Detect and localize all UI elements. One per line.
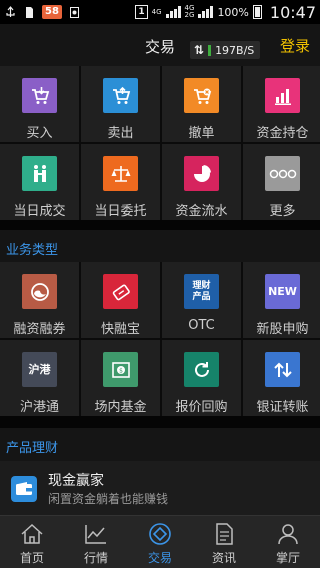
grid-item-bank-transfer[interactable]: 银证转账: [243, 340, 320, 416]
notification-badge: 58: [42, 5, 62, 19]
speed-meter-bar: [208, 44, 212, 56]
business-grid: 融资融券 快融宝 理财 产品 OTC NEW 新股申购 沪港 沪港通 $ 场内基…: [0, 262, 320, 416]
grid-item-label: 银证转账: [256, 400, 309, 415]
grid-item-today-deals[interactable]: 当日成交: [0, 144, 79, 220]
cart-down-icon: [22, 78, 57, 113]
grid-item-label: 卖出: [107, 126, 134, 141]
grid-item-sell[interactable]: 卖出: [81, 66, 160, 142]
grid-item-more[interactable]: 更多: [243, 144, 320, 220]
nav-label: 资讯: [211, 551, 236, 565]
signal-bars-2-icon: [198, 6, 214, 18]
nav-label: 首页: [19, 551, 44, 565]
line-chart-icon: [85, 525, 106, 544]
signal-bars-icon: [165, 6, 181, 18]
grid-item-label: 更多: [269, 204, 296, 219]
product-item-cash-winner[interactable]: 现金赢家 闲置资金躺着也能赚钱: [0, 461, 320, 515]
news-icon: [216, 523, 233, 545]
grid-item-label: 融资融券: [13, 322, 66, 337]
trade-icon: [149, 523, 171, 545]
tab-hall[interactable]: 掌厅: [256, 516, 320, 568]
fund-icon: $: [103, 352, 138, 387]
grid-item-shanghai-hk-connect[interactable]: 沪港 沪港通: [0, 340, 79, 416]
grid-item-ipo-subscription[interactable]: NEW 新股申购: [243, 262, 320, 338]
grid-item-label: 买入: [26, 126, 53, 141]
ticket-icon: [103, 274, 138, 309]
product-subtitle: 闲置资金躺着也能赚钱: [48, 492, 169, 506]
grid-item-label: 资金持仓: [256, 126, 309, 141]
more-dots-icon: [265, 156, 300, 191]
transfer-arrows-icon: ⇅: [194, 43, 205, 57]
nav-label: 掌厅: [275, 551, 300, 565]
grid-item-label: 当日委托: [94, 204, 147, 219]
cart-up-icon: [103, 78, 138, 113]
trade-grid: 买入 卖出 撤单 资金持仓 当日成交 当日委托 资金流水 更多: [0, 66, 320, 220]
status-bar: 58 1 4G 4G 2G 100% 10:47: [0, 0, 320, 24]
app-header: 交易 ⇅ 197B/S 登录: [0, 24, 320, 66]
usb-icon: [6, 5, 15, 17]
grid-item-funds-positions[interactable]: 资金持仓: [243, 66, 320, 142]
grid-item-label: 资金流水: [175, 204, 228, 219]
grid-item-label: 快融宝: [100, 322, 140, 337]
section-divider: [0, 416, 320, 428]
nav-label: 行情: [83, 551, 108, 565]
grid-item-label: 新股申购: [256, 322, 309, 337]
section-title-products: 产品理财: [0, 428, 320, 461]
cart-cancel-icon: [184, 78, 219, 113]
tab-home[interactable]: 首页: [0, 516, 64, 568]
tab-news[interactable]: 资讯: [192, 516, 256, 568]
battery-icon: [252, 5, 262, 19]
grid-item-kuairongbao[interactable]: 快融宝: [81, 262, 160, 338]
grid-item-exchange-fund[interactable]: $ 场内基金: [81, 340, 160, 416]
grid-item-label: 当日成交: [13, 204, 66, 219]
nav-label: 交易: [147, 551, 172, 565]
grid-item-otc[interactable]: 理财 产品 OTC: [162, 262, 241, 338]
refresh-icon: [184, 352, 219, 387]
recycle-icon: [69, 6, 79, 18]
bar-chart-icon: [265, 78, 300, 113]
svg-text:$: $: [119, 367, 123, 374]
network-type-2: 4G 2G: [184, 4, 195, 19]
person-icon: [278, 524, 298, 545]
grid-item-fund-flow[interactable]: 资金流水: [162, 144, 241, 220]
grid-item-label: 报价回购: [175, 400, 228, 415]
grid-item-label: 场内基金: [94, 400, 147, 415]
grid-item-label: OTC: [188, 318, 215, 333]
network-speed-value: 197B/S: [215, 43, 255, 57]
grid-item-today-orders[interactable]: 当日委托: [81, 144, 160, 220]
new-icon: NEW: [265, 274, 300, 309]
section-divider: [0, 220, 320, 230]
grid-item-label: 撤单: [188, 126, 215, 141]
grid-item-cancel-order[interactable]: 撤单: [162, 66, 241, 142]
wallet-icon: [11, 476, 37, 502]
login-button[interactable]: 登录: [280, 35, 310, 56]
grid-item-margin-trading[interactable]: 融资融券: [0, 262, 79, 338]
transfer-icon: [265, 352, 300, 387]
hk-icon: 沪港: [22, 352, 57, 387]
tab-trade[interactable]: 交易: [128, 516, 192, 568]
otc-icon: 理财 产品: [184, 274, 219, 309]
product-title: 现金赢家: [48, 473, 104, 489]
network-type-1: 4G: [151, 7, 162, 16]
grid-item-label: 沪港通: [19, 400, 59, 415]
handshake-icon: [22, 156, 57, 191]
grid-item-buy[interactable]: 买入: [0, 66, 79, 142]
status-clock: 10:47: [269, 2, 316, 22]
swirl-icon: [22, 274, 57, 309]
sd-card-icon: [26, 6, 33, 18]
bottom-navigation: 首页 行情 交易 资讯 掌厅: [0, 515, 320, 568]
network-speed-indicator: ⇅ 197B/S: [190, 41, 261, 59]
grid-item-quote-repo[interactable]: 报价回购: [162, 340, 241, 416]
home-icon: [21, 523, 43, 544]
page-title: 交易: [145, 38, 176, 56]
scale-icon: [103, 156, 138, 191]
tab-market[interactable]: 行情: [64, 516, 128, 568]
pie-chart-icon: [184, 156, 219, 191]
battery-percent: 100%: [217, 5, 249, 19]
sim-slot-indicator: 1: [135, 5, 148, 19]
section-title-business: 业务类型: [0, 230, 320, 262]
